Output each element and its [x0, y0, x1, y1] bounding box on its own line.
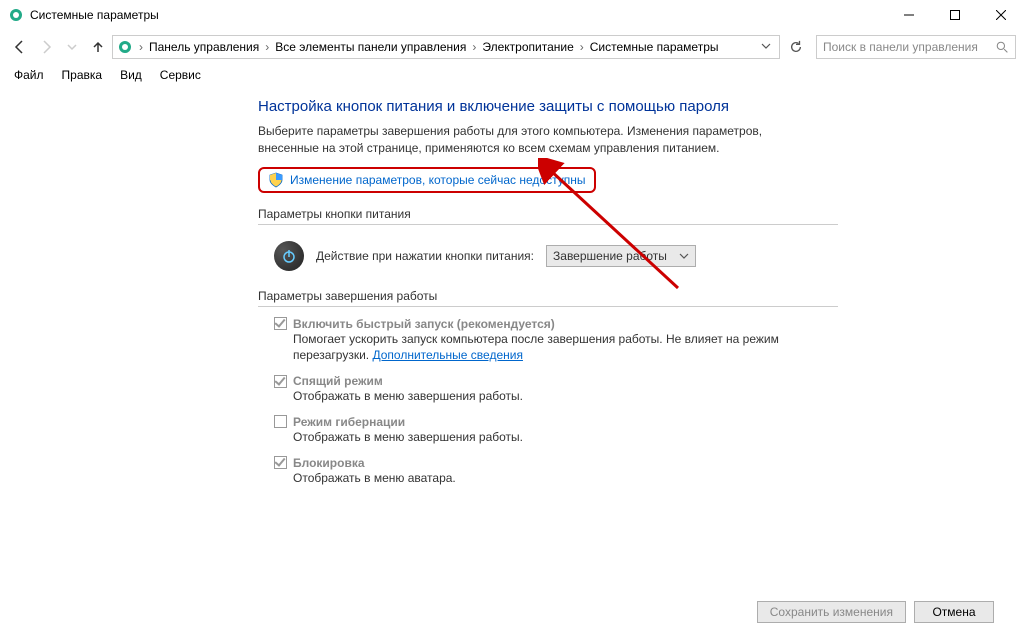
breadcrumb-seg[interactable]: Все элементы панели управления: [271, 40, 470, 54]
search-icon: [996, 41, 1009, 54]
option-label: Режим гибернации: [293, 415, 405, 429]
cancel-button[interactable]: Отмена: [914, 601, 994, 623]
checkbox-hibernate[interactable]: [274, 415, 287, 428]
footer-buttons: Сохранить изменения Отмена: [0, 592, 1024, 632]
menu-view[interactable]: Вид: [112, 66, 150, 84]
change-params-link[interactable]: Изменение параметров, которые сейчас нед…: [290, 173, 586, 187]
titlebar: Системные параметры: [0, 0, 1024, 30]
breadcrumb-sep: ›: [470, 40, 478, 54]
option-desc: Отображать в меню аватара.: [293, 470, 818, 487]
shutdown-options: Включить быстрый запуск (рекомендуется) …: [258, 317, 818, 487]
checkbox-sleep[interactable]: [274, 375, 287, 388]
more-info-link[interactable]: Дополнительные сведения: [372, 348, 522, 362]
breadcrumb-seg[interactable]: Системные параметры: [586, 40, 723, 54]
save-button[interactable]: Сохранить изменения: [757, 601, 906, 623]
option-desc: Отображать в меню завершения работы.: [293, 388, 818, 405]
maximize-button[interactable]: [932, 0, 978, 30]
page-heading: Настройка кнопок питания и включение защ…: [258, 98, 1024, 115]
menu-bar: Файл Правка Вид Сервис: [0, 64, 1024, 86]
recent-dropdown[interactable]: [60, 35, 84, 59]
content-area: Настройка кнопок питания и включение защ…: [0, 86, 1024, 592]
refresh-button[interactable]: [784, 35, 808, 59]
menu-service[interactable]: Сервис: [152, 66, 209, 84]
breadcrumb-sep: ›: [263, 40, 271, 54]
power-action-value: Завершение работы: [553, 249, 667, 263]
up-button[interactable]: [86, 35, 110, 59]
forward-button[interactable]: [34, 35, 58, 59]
option-lock: Блокировка Отображать в меню аватара.: [274, 456, 818, 487]
app-icon: [8, 7, 24, 23]
breadcrumb[interactable]: › Панель управления › Все элементы панел…: [112, 35, 780, 59]
uac-shield-icon: [268, 172, 284, 188]
option-label: Спящий режим: [293, 374, 383, 388]
breadcrumb-seg[interactable]: Электропитание: [478, 40, 577, 54]
checkbox-fast-startup[interactable]: [274, 317, 287, 330]
power-action-label: Действие при нажатии кнопки питания:: [316, 249, 534, 263]
search-input[interactable]: Поиск в панели управления: [816, 35, 1016, 59]
menu-file[interactable]: Файл: [6, 66, 52, 84]
breadcrumb-seg[interactable]: Панель управления: [145, 40, 263, 54]
section-shutdown: Параметры завершения работы: [258, 289, 838, 307]
breadcrumb-sep: ›: [137, 40, 145, 54]
change-params-link-highlight: Изменение параметров, которые сейчас нед…: [258, 167, 596, 193]
breadcrumb-dropdown[interactable]: [757, 40, 775, 54]
window-title: Системные параметры: [30, 8, 886, 22]
option-label: Включить быстрый запуск (рекомендуется): [293, 317, 555, 331]
power-icon: [274, 241, 304, 271]
chevron-down-icon: [679, 251, 689, 261]
page-subtext: Выберите параметры завершения работы для…: [258, 123, 798, 157]
option-fast-startup: Включить быстрый запуск (рекомендуется) …: [274, 317, 818, 365]
option-hibernate: Режим гибернации Отображать в меню завер…: [274, 415, 818, 446]
section-power-button: Параметры кнопки питания: [258, 207, 838, 225]
search-placeholder: Поиск в панели управления: [823, 40, 996, 54]
nav-toolbar: › Панель управления › Все элементы панел…: [0, 30, 1024, 64]
option-desc: Помогает ускорить запуск компьютера посл…: [293, 331, 818, 365]
minimize-button[interactable]: [886, 0, 932, 30]
breadcrumb-sep: ›: [578, 40, 586, 54]
option-sleep: Спящий режим Отображать в меню завершени…: [274, 374, 818, 405]
power-button-row: Действие при нажатии кнопки питания: Зав…: [258, 235, 1024, 289]
checkbox-lock[interactable]: [274, 456, 287, 469]
menu-edit[interactable]: Правка: [54, 66, 111, 84]
power-plan-icon: [117, 39, 133, 55]
power-action-dropdown[interactable]: Завершение работы: [546, 245, 696, 267]
option-desc: Отображать в меню завершения работы.: [293, 429, 818, 446]
option-label: Блокировка: [293, 456, 365, 470]
close-button[interactable]: [978, 0, 1024, 30]
back-button[interactable]: [8, 35, 32, 59]
